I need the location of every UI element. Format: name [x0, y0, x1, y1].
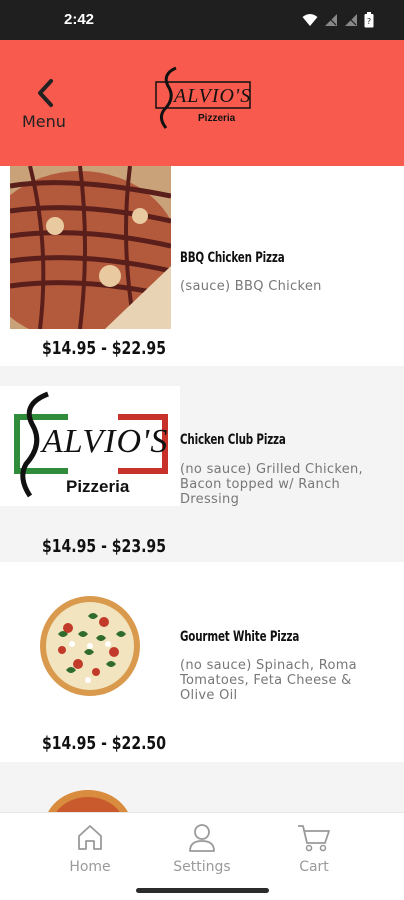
- nav-cart[interactable]: Cart: [259, 813, 369, 883]
- item-name: Gourmet White Pizza: [180, 629, 300, 645]
- user-icon: [189, 824, 215, 852]
- status-time: 2:42: [64, 11, 95, 28]
- item-price: $14.95 - $22.95: [42, 338, 166, 359]
- cart-icon: [298, 825, 330, 852]
- item-description: (no sauce) Grilled Chicken, Bacon topped…: [180, 462, 363, 507]
- status-icons: ?: [302, 12, 374, 28]
- app-header: Menu ALVIO'S Pizzeria: [0, 40, 404, 166]
- back-label: Menu: [22, 112, 66, 131]
- item-description: (no sauce) Spinach, Roma Tomatoes, Feta …: [180, 658, 357, 703]
- chevron-left-icon: [38, 79, 53, 107]
- svg-text:Pizzeria: Pizzeria: [66, 477, 130, 496]
- nav-home[interactable]: Home: [35, 813, 145, 883]
- item-description: (sauce) BBQ Chicken: [180, 279, 322, 294]
- signal-icon-2: [345, 14, 357, 26]
- signal-icon: [325, 14, 337, 26]
- item-price: $14.95 - $22.50: [42, 733, 166, 754]
- salvios-logo-thumbnail: ALVIO'S Pizzeria: [0, 386, 180, 506]
- menu-list[interactable]: BBQ Chicken Pizza (sauce) BBQ Chicken $1…: [0, 166, 404, 812]
- menu-item-bbq-chicken-pizza[interactable]: BBQ Chicken Pizza (sauce) BBQ Chicken $1…: [0, 166, 404, 364]
- nav-settings[interactable]: Settings: [147, 813, 257, 883]
- bbq-chicken-pizza-photo: [10, 166, 171, 329]
- menu-item-partial[interactable]: [0, 762, 404, 812]
- gesture-handle[interactable]: [136, 888, 269, 893]
- item-name: BBQ Chicken Pizza: [180, 250, 285, 266]
- item-name: Chicken Club Pizza: [180, 432, 286, 448]
- menu-item-chicken-club-pizza[interactable]: ALVIO'S Pizzeria Chicken Club Pizza (no …: [0, 366, 404, 562]
- bottom-nav: Home Settings Cart: [0, 812, 404, 882]
- pizza-photo: [48, 790, 128, 812]
- wifi-icon: [302, 14, 318, 26]
- battery-icon: ?: [364, 12, 374, 28]
- back-button[interactable]: Menu: [22, 78, 74, 134]
- salvios-logo: ALVIO'S Pizzeria: [155, 66, 251, 129]
- svg-text:ALVIO'S: ALVIO'S: [172, 85, 251, 107]
- nav-settings-label: Settings: [173, 859, 231, 875]
- menu-item-gourmet-white-pizza[interactable]: Gourmet White Pizza (no sauce) Spinach, …: [0, 564, 404, 760]
- white-pizza-photo: [40, 596, 140, 696]
- gesture-area: [0, 882, 404, 900]
- svg-text:ALVIO'S: ALVIO'S: [40, 423, 168, 460]
- item-price: $14.95 - $23.95: [42, 536, 166, 557]
- nav-cart-label: Cart: [299, 859, 329, 875]
- svg-text:Pizzeria: Pizzeria: [198, 113, 236, 124]
- nav-home-label: Home: [69, 859, 111, 875]
- status-bar: 2:42 ?: [0, 0, 404, 40]
- home-icon: [78, 825, 102, 850]
- svg-text:?: ?: [367, 17, 371, 26]
